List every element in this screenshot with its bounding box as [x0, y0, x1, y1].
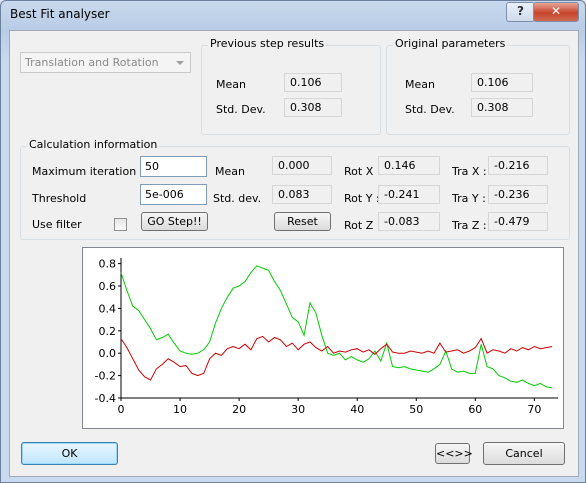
- calculation-label: Calculation information: [27, 138, 160, 151]
- reset-button[interactable]: Reset: [274, 212, 331, 231]
- rot-y-value: -0.241: [378, 185, 440, 204]
- x-tick-label: 40: [350, 403, 364, 416]
- tra-x-value: -0.216: [488, 156, 548, 175]
- rot-x-value: 0.146: [378, 156, 440, 175]
- y-tick-label: -0.2: [95, 370, 116, 383]
- y-tick-label: 0.8: [99, 258, 117, 271]
- title-bar[interactable]: Best Fit analyser ? ✕: [1, 1, 585, 29]
- calc-mean-label: Mean: [215, 165, 245, 178]
- y-tick-label: 0.6: [99, 280, 117, 293]
- rot-z-label: Rot Z :: [344, 219, 381, 232]
- x-tick-label: 0: [118, 403, 125, 416]
- original-parameters-label: Original parameters: [393, 37, 508, 50]
- rot-x-label: Rot X :: [344, 165, 381, 178]
- previous-mean-label: Mean: [216, 78, 246, 91]
- y-tick-label: 0.4: [99, 302, 117, 315]
- threshold-label: Threshold: [32, 192, 87, 205]
- use-filter-label: Use filter: [32, 218, 82, 231]
- tra-z-label: Tra Z :: [452, 219, 487, 232]
- use-filter-checkbox[interactable]: [114, 218, 127, 231]
- green-series-line: [120, 265, 553, 389]
- max-iteration-input[interactable]: 50: [140, 156, 207, 177]
- tra-y-value: -0.236: [488, 185, 548, 204]
- y-tick-label: 0.0: [99, 347, 117, 360]
- original-mean-value: 0.106: [471, 73, 533, 92]
- tra-y-label: Tra Y :: [452, 192, 486, 205]
- calc-std-value: 0.083: [272, 185, 332, 204]
- close-button[interactable]: ✕: [533, 2, 579, 22]
- ok-button[interactable]: OK: [21, 442, 118, 465]
- y-tick-label: -0.4: [95, 392, 116, 405]
- x-tick-label: 30: [291, 403, 305, 416]
- x-tick-label: 70: [527, 403, 541, 416]
- x-tick-label: 50: [409, 403, 423, 416]
- red-series-line: [120, 335, 553, 381]
- y-tick-label: 0.2: [99, 325, 117, 338]
- rot-z-value: -0.083: [378, 212, 440, 231]
- original-std-label: Std. Dev.: [405, 103, 455, 116]
- go-step-button[interactable]: GO Step!!: [141, 212, 208, 231]
- calc-mean-value: 0.000: [272, 156, 332, 175]
- mode-select[interactable]: Translation and Rotation: [20, 52, 191, 73]
- chevron-down-icon: [176, 61, 184, 65]
- tra-x-label: Tra X :: [452, 165, 487, 178]
- rot-y-label: Rot Y :: [344, 192, 380, 205]
- close-icon: ✕: [550, 4, 562, 18]
- help-button[interactable]: ?: [506, 2, 535, 22]
- previous-results-group: Previous step results Mean 0.106 Std. De…: [201, 37, 381, 135]
- previous-mean-value: 0.106: [284, 73, 342, 92]
- previous-std-value: 0.308: [284, 98, 342, 117]
- chart-svg: 0.8 0.6 0.4 0.2 0.0 -0.2 -0.40 10 20 30 40 50 60 70: [95, 258, 558, 416]
- threshold-input[interactable]: 5e-006: [140, 184, 207, 205]
- tra-z-value: -0.479: [488, 212, 548, 231]
- best-fit-window: Best Fit analyser ? ✕ Translation and Ro…: [0, 0, 586, 483]
- mode-select-value: Translation and Rotation: [25, 56, 159, 69]
- x-tick-label: 10: [173, 403, 187, 416]
- calc-std-label: Std. dev.: [213, 192, 262, 205]
- x-tick-label: 20: [232, 403, 246, 416]
- x-tick-label: 60: [468, 403, 482, 416]
- dialog-client: Translation and Rotation Previous step r…: [9, 30, 579, 477]
- previous-std-label: Std. Dev.: [216, 103, 266, 116]
- swap-button[interactable]: <<>>: [435, 443, 473, 464]
- max-iteration-label: Maximum iteration: [32, 165, 137, 178]
- previous-results-label: Previous step results: [208, 37, 327, 50]
- original-parameters-group: Original parameters Mean 0.106 Std. Dev.…: [386, 37, 570, 135]
- original-mean-label: Mean: [405, 78, 435, 91]
- original-std-value: 0.308: [471, 98, 533, 117]
- convergence-chart: 0.8 0.6 0.4 0.2 0.0 -0.2 -0.4 0 10 20 30 40 50 60 70: [82, 247, 564, 429]
- cancel-button[interactable]: Cancel: [483, 442, 565, 465]
- window-title: Best Fit analyser: [10, 7, 110, 21]
